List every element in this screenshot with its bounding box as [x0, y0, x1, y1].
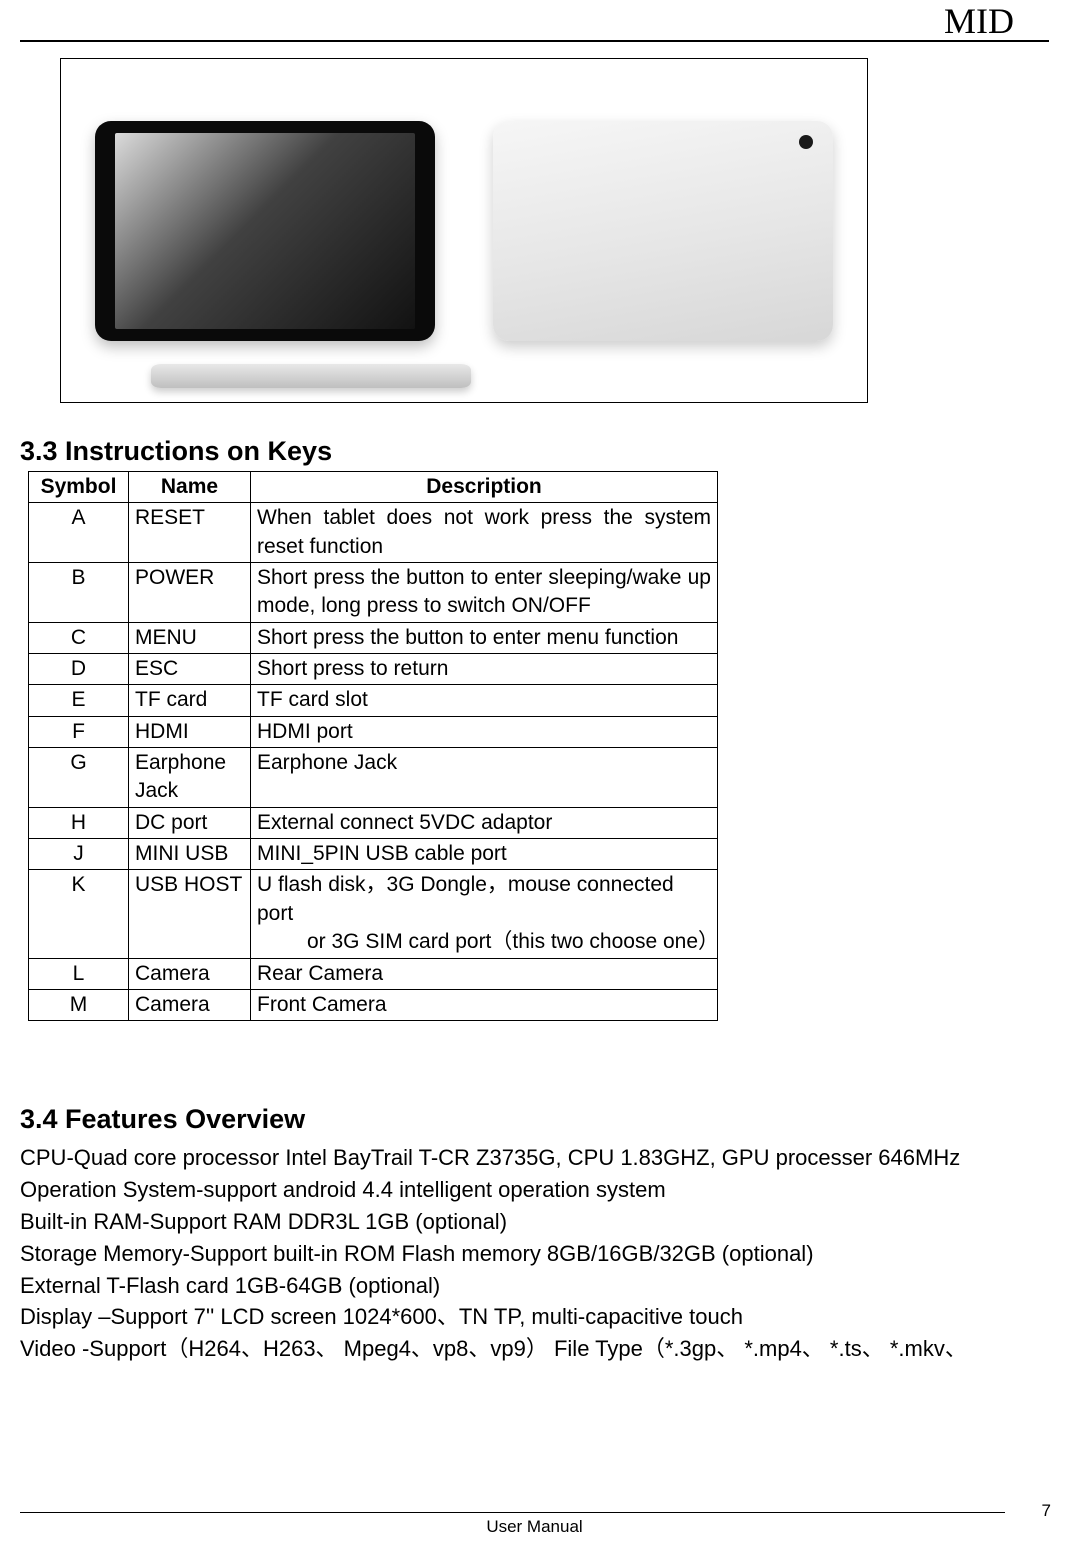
cell-symbol: E [29, 685, 129, 716]
tablet-back-image [493, 121, 833, 341]
cell-description: Short press the button to enter menu fun… [251, 622, 718, 653]
cell-symbol: D [29, 654, 129, 685]
table-row: ETF cardTF card slot [29, 685, 718, 716]
cell-symbol: A [29, 503, 129, 563]
table-header-row: Symbol Name Description [29, 472, 718, 503]
cell-symbol: B [29, 563, 129, 623]
cell-name: Camera [129, 958, 251, 989]
col-description: Description [251, 472, 718, 503]
cell-description: Earphone Jack [251, 748, 718, 808]
cell-description: Short press the button to enter sleeping… [251, 563, 718, 623]
features-body: CPU-Quad core processor Intel BayTrail T… [20, 1142, 1049, 1365]
cell-symbol: F [29, 716, 129, 747]
product-image-area [60, 58, 868, 403]
cell-symbol: M [29, 989, 129, 1020]
cell-description: External connect 5VDC adaptor [251, 807, 718, 838]
feature-line: Display –Support 7'' LCD screen 1024*600… [20, 1301, 1049, 1333]
cell-symbol: K [29, 870, 129, 958]
tablet-front-image [95, 121, 435, 341]
feature-line: Storage Memory-Support built-in ROM Flas… [20, 1238, 1049, 1270]
table-row: MCameraFront Camera [29, 989, 718, 1020]
cell-symbol: H [29, 807, 129, 838]
cell-description: TF card slot [251, 685, 718, 716]
feature-line: Operation System-support android 4.4 int… [20, 1174, 1049, 1206]
cell-description: U flash disk，3G Dongle，mouse connected p… [251, 870, 718, 958]
feature-line: Video -Support（H264、H263、 Mpeg4、vp8、vp9）… [20, 1333, 1049, 1365]
cell-symbol: G [29, 748, 129, 808]
col-name: Name [129, 472, 251, 503]
table-row: GEarphone JackEarphone Jack [29, 748, 718, 808]
col-symbol: Symbol [29, 472, 129, 503]
table-row: BPOWERShort press the button to enter sl… [29, 563, 718, 623]
feature-line: CPU-Quad core processor Intel BayTrail T… [20, 1142, 1049, 1174]
cell-symbol: C [29, 622, 129, 653]
bottom-divider [20, 1512, 1005, 1513]
table-row: ARESETWhen tablet does not work press th… [29, 503, 718, 563]
section-heading-features: 3.4 Features Overview [20, 1104, 305, 1135]
table-row: FHDMIHDMI port [29, 716, 718, 747]
cell-name: Camera [129, 989, 251, 1020]
table-row: CMENUShort press the button to enter men… [29, 622, 718, 653]
table-row: JMINI USBMINI_5PIN USB cable port [29, 839, 718, 870]
feature-line: Built-in RAM-Support RAM DDR3L 1GB (opti… [20, 1206, 1049, 1238]
cell-description: Rear Camera [251, 958, 718, 989]
cell-name: MINI USB [129, 839, 251, 870]
cell-name: DC port [129, 807, 251, 838]
cell-name: HDMI [129, 716, 251, 747]
table-row: HDC portExternal connect 5VDC adaptor [29, 807, 718, 838]
cell-symbol: J [29, 839, 129, 870]
table-row: LCameraRear Camera [29, 958, 718, 989]
cell-name: MENU [129, 622, 251, 653]
cell-name: RESET [129, 503, 251, 563]
keys-table: Symbol Name Description ARESETWhen table… [28, 471, 718, 1021]
table-row: DESCShort press to return [29, 654, 718, 685]
footer-page-number: 7 [1042, 1501, 1051, 1521]
cell-name: POWER [129, 563, 251, 623]
cell-name: ESC [129, 654, 251, 685]
section-heading-keys: 3.3 Instructions on Keys [20, 436, 332, 467]
cell-description: Short press to return [251, 654, 718, 685]
tablet-side-image [151, 364, 471, 388]
top-divider [20, 40, 1049, 42]
cell-description: MINI_5PIN USB cable port [251, 839, 718, 870]
cell-description: HDMI port [251, 716, 718, 747]
cell-name: USB HOST [129, 870, 251, 958]
cell-symbol: L [29, 958, 129, 989]
footer-center: User Manual [0, 1517, 1069, 1537]
header-title: MID [944, 0, 1014, 42]
cell-name: Earphone Jack [129, 748, 251, 808]
cell-description: When tablet does not work press the syst… [251, 503, 718, 563]
table-row: KUSB HOSTU flash disk，3G Dongle，mouse co… [29, 870, 718, 958]
feature-line: External T-Flash card 1GB-64GB (optional… [20, 1270, 1049, 1302]
cell-name: TF card [129, 685, 251, 716]
cell-description: Front Camera [251, 989, 718, 1020]
